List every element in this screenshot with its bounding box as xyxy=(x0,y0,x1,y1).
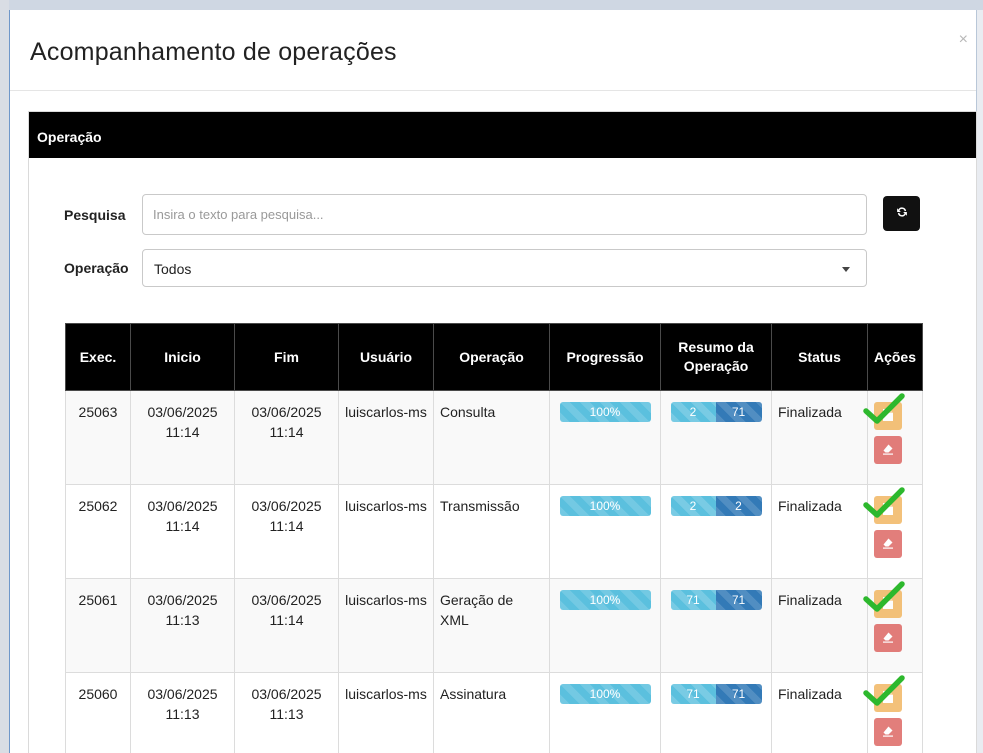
cell-exec: 25060 xyxy=(65,672,131,753)
window-frame-top xyxy=(9,0,983,10)
progress-bar: 100% xyxy=(559,684,651,704)
progress-bar: 100% xyxy=(559,402,651,422)
cell-exec: 25063 xyxy=(65,390,131,485)
cell-operacao: Transmissão xyxy=(433,484,550,579)
cell-usuario: luiscarlos-ms xyxy=(338,672,434,753)
resumo-bar: 2 2 xyxy=(670,496,762,516)
cell-resumo: 2 71 xyxy=(660,390,772,485)
cell-operacao: Consulta xyxy=(433,390,550,485)
cell-resumo: 71 71 xyxy=(660,672,772,753)
cell-resumo: 71 71 xyxy=(660,578,772,673)
operation-select[interactable]: Todos xyxy=(142,249,867,287)
column-header-exec[interactable]: Exec. xyxy=(65,323,131,391)
checkmark-icon xyxy=(862,673,906,714)
column-header-progressao[interactable]: Progressão xyxy=(549,323,661,391)
cell-inicio: 03/06/2025 11:14 xyxy=(130,390,235,485)
search-input[interactable] xyxy=(142,194,867,235)
table-row: 25062 03/06/2025 11:14 03/06/2025 11:14 … xyxy=(65,484,923,579)
resumo-bar: 71 71 xyxy=(670,684,762,704)
resumo-count-a: 71 xyxy=(670,684,716,704)
operation-selected-value: Todos xyxy=(154,261,192,277)
modal-header: Acompanhamento de operações × xyxy=(10,10,976,91)
erase-button[interactable] xyxy=(874,718,902,746)
cell-actions xyxy=(863,672,923,753)
progress-bar: 100% xyxy=(559,590,651,610)
cell-status: Finalizada xyxy=(771,484,868,579)
erase-button[interactable] xyxy=(874,436,902,464)
operation-label: Operação xyxy=(64,260,129,276)
erase-button[interactable] xyxy=(874,624,902,652)
operation-panel: Operação Pesquisa Operação Todos Exec. I… xyxy=(28,111,977,753)
progress-bar: 100% xyxy=(559,496,651,516)
cell-progressao: 100% xyxy=(549,672,661,753)
cell-usuario: luiscarlos-ms xyxy=(338,578,434,673)
resumo-count-a: 71 xyxy=(670,590,716,610)
cell-fim: 03/06/2025 11:13 xyxy=(234,672,339,753)
erase-button[interactable] xyxy=(874,530,902,558)
cell-status: Finalizada xyxy=(771,390,868,485)
panel-heading: Operação xyxy=(29,112,976,158)
resumo-bar: 2 71 xyxy=(670,402,762,422)
resumo-count-a: 2 xyxy=(670,496,716,516)
operations-modal: Acompanhamento de operações × Operação P… xyxy=(10,10,977,753)
cell-inicio: 03/06/2025 11:13 xyxy=(130,672,235,753)
checkmark-icon xyxy=(862,579,906,620)
cell-usuario: luiscarlos-ms xyxy=(338,390,434,485)
cell-operacao: Geração de XML xyxy=(433,578,550,673)
cell-status: Finalizada xyxy=(771,672,868,753)
cell-fim: 03/06/2025 11:14 xyxy=(234,578,339,673)
column-header-inicio[interactable]: Inicio xyxy=(130,323,235,391)
cell-actions xyxy=(863,578,923,673)
resumo-count-b: 71 xyxy=(715,684,762,704)
chevron-down-icon xyxy=(842,267,850,272)
column-header-usuario[interactable]: Usuário xyxy=(338,323,434,391)
refresh-button[interactable] xyxy=(883,196,920,231)
checkmark-icon xyxy=(862,391,906,432)
resumo-count-a: 2 xyxy=(670,402,716,422)
cell-actions xyxy=(863,390,923,485)
cell-actions xyxy=(863,484,923,579)
cell-operacao: Assinatura xyxy=(433,672,550,753)
eraser-icon xyxy=(882,722,894,742)
cell-status: Finalizada xyxy=(771,578,868,673)
cell-inicio: 03/06/2025 11:13 xyxy=(130,578,235,673)
eraser-icon xyxy=(882,628,894,648)
column-header-operacao[interactable]: Operação xyxy=(433,323,550,391)
cell-resumo: 2 2 xyxy=(660,484,772,579)
cell-exec: 25061 xyxy=(65,578,131,673)
resumo-count-b: 71 xyxy=(715,402,762,422)
modal-title: Acompanhamento de operações xyxy=(30,38,397,66)
cell-fim: 03/06/2025 11:14 xyxy=(234,484,339,579)
cell-progressao: 100% xyxy=(549,390,661,485)
cell-progressao: 100% xyxy=(549,578,661,673)
column-header-resumo[interactable]: Resumo da Operação xyxy=(660,323,772,391)
resumo-count-b: 2 xyxy=(715,496,762,516)
window-frame-left xyxy=(0,0,9,753)
resumo-count-b: 71 xyxy=(715,590,762,610)
column-header-acoes: Ações xyxy=(867,323,923,391)
window-frame-right xyxy=(977,10,983,753)
cell-progressao: 100% xyxy=(549,484,661,579)
close-icon[interactable]: × xyxy=(959,32,968,48)
table-row: 25063 03/06/2025 11:14 03/06/2025 11:14 … xyxy=(65,390,923,485)
resumo-bar: 71 71 xyxy=(670,590,762,610)
checkmark-icon xyxy=(862,485,906,526)
column-header-fim[interactable]: Fim xyxy=(234,323,339,391)
eraser-icon xyxy=(882,440,894,460)
search-label: Pesquisa xyxy=(64,207,126,223)
cell-inicio: 03/06/2025 11:14 xyxy=(130,484,235,579)
cell-exec: 25062 xyxy=(65,484,131,579)
cell-usuario: luiscarlos-ms xyxy=(338,484,434,579)
table-row: 25060 03/06/2025 11:13 03/06/2025 11:13 … xyxy=(65,672,923,753)
table-header-row: Exec. Inicio Fim Usuário Operação Progre… xyxy=(65,323,923,391)
refresh-icon xyxy=(896,205,908,223)
eraser-icon xyxy=(882,534,894,554)
table-row: 25061 03/06/2025 11:13 03/06/2025 11:14 … xyxy=(65,578,923,673)
column-header-status[interactable]: Status xyxy=(771,323,868,391)
operations-table: Exec. Inicio Fim Usuário Operação Progre… xyxy=(65,323,923,753)
cell-fim: 03/06/2025 11:14 xyxy=(234,390,339,485)
